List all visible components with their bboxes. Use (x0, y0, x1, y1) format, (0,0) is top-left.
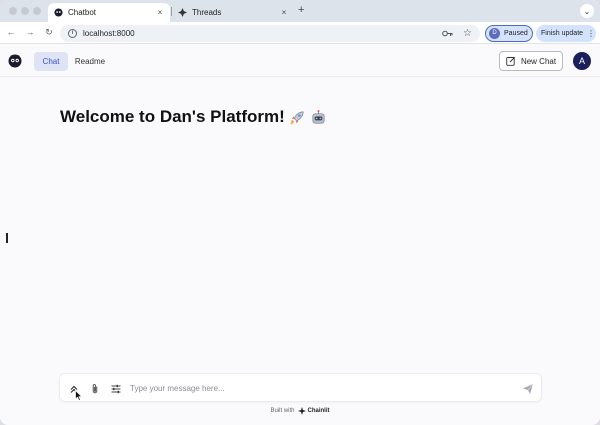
tab-chatbot[interactable]: Chatbot × (48, 3, 170, 22)
edit-icon (506, 56, 516, 66)
text-cursor (6, 233, 8, 243)
new-chat-label: New Chat (520, 56, 557, 66)
url-text[interactable]: localhost:8000 (83, 29, 442, 38)
settings-sliders-icon[interactable] (110, 382, 122, 394)
finish-update-label: Finish update (541, 30, 584, 37)
profile-avatar: D (489, 28, 500, 39)
browser-toolbar: ← → ↻ i localhost:8000 ☆ D Paused Finish… (0, 22, 600, 44)
app-logo[interactable] (8, 54, 22, 68)
threads-favicon (178, 8, 187, 17)
welcome-heading: Welcome to Dan's Platform! (60, 107, 327, 127)
chatbot-favicon (54, 8, 63, 17)
forward-icon[interactable]: → (25, 27, 35, 37)
nav-tab-readme[interactable]: Readme (72, 52, 108, 71)
tab-label: Chatbot (68, 8, 97, 17)
user-avatar[interactable]: A (573, 52, 591, 70)
info-icon[interactable]: i (68, 29, 77, 38)
chainlit-brand-link[interactable]: Chainlit (297, 407, 330, 415)
brand-name: Chainlit (307, 408, 330, 414)
tab-close-icon[interactable]: × (278, 8, 290, 17)
mouse-pointer-icon (75, 388, 83, 406)
star-icon[interactable]: ☆ (463, 28, 472, 39)
chainlit-logo-icon (297, 407, 306, 415)
tab-label: Threads (192, 8, 222, 17)
back-icon[interactable]: ← (6, 27, 16, 37)
send-icon[interactable] (522, 382, 534, 394)
more-vertical-icon[interactable]: ⋮ (587, 29, 595, 38)
message-input[interactable] (130, 379, 510, 397)
profile-paused-chip[interactable]: D Paused (485, 25, 533, 42)
close-window-dot[interactable] (9, 7, 17, 15)
finish-update-button[interactable]: Finish update ⋮ (536, 25, 596, 42)
browser-window: Chatbot × Threads × + ⌄ ← → ↻ i localhos… (0, 0, 600, 425)
tab-strip: Chatbot × Threads × + ⌄ (0, 0, 600, 22)
rocket-emoji (289, 109, 306, 126)
footer: Built with Chainlit (0, 407, 600, 415)
built-with-text: Built with (270, 408, 295, 414)
minimize-window-dot[interactable] (21, 7, 29, 15)
message-composer (59, 373, 542, 402)
tab-close-icon[interactable]: × (154, 8, 166, 17)
robot-emoji (310, 109, 327, 126)
profile-status: Paused (504, 30, 528, 37)
paperclip-icon[interactable] (89, 382, 101, 394)
welcome-text: Welcome to Dan's Platform! (60, 107, 285, 126)
tab-threads[interactable]: Threads × (172, 3, 294, 22)
app-header: Chat Readme New Chat A (0, 45, 600, 77)
maximize-window-dot[interactable] (33, 7, 41, 15)
tab-search-chevron-icon[interactable]: ⌄ (580, 4, 594, 18)
reload-icon[interactable]: ↻ (44, 27, 54, 38)
new-tab-button[interactable]: + (298, 4, 304, 16)
nav-tab-chat[interactable]: Chat (34, 52, 68, 71)
new-chat-button[interactable]: New Chat (499, 51, 563, 71)
key-icon[interactable] (442, 29, 453, 39)
address-bar[interactable]: i localhost:8000 ☆ (60, 25, 480, 42)
